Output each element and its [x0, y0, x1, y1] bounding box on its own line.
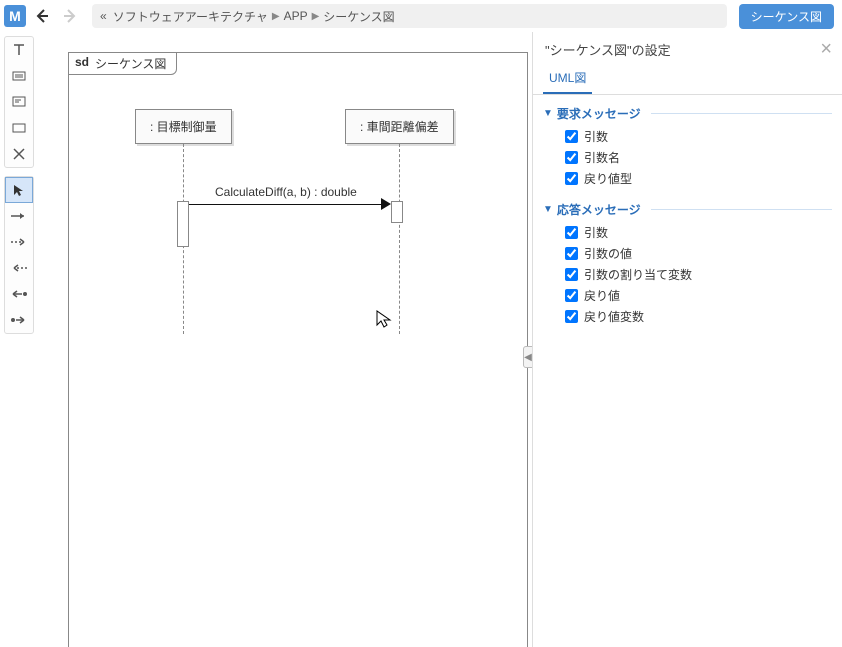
nav-forward-icon: [58, 4, 82, 28]
check-label: 引数名: [584, 149, 620, 166]
checkbox[interactable]: [565, 310, 578, 323]
chevron-right-icon: ▶: [312, 11, 320, 22]
tool-sync-message[interactable]: [5, 203, 33, 229]
activation-bar[interactable]: [391, 201, 403, 223]
lifeline-line: [399, 144, 400, 334]
panel-collapse-handle[interactable]: ◀: [523, 346, 532, 368]
tool-comment[interactable]: [5, 89, 33, 115]
lifeline-head[interactable]: : 目標制御量: [135, 109, 232, 144]
tool-frame[interactable]: [5, 115, 33, 141]
cursor-icon: [375, 309, 393, 329]
lifeline-head[interactable]: : 車間距離偏差: [345, 109, 454, 144]
frame-prefix: sd: [75, 55, 89, 72]
section-title: 応答メッセージ: [557, 201, 641, 218]
nav-back-icon[interactable]: [30, 4, 54, 28]
divider: [651, 209, 832, 210]
check-label: 戻り値変数: [584, 308, 644, 325]
check-row[interactable]: 引数の割り当て変数: [565, 264, 832, 285]
close-icon[interactable]: ×: [820, 38, 832, 61]
message-label[interactable]: CalculateDiff(a, b) : double: [215, 185, 357, 199]
check-row[interactable]: 引数: [565, 222, 832, 243]
triangle-down-icon: ▼: [543, 204, 553, 215]
frame-label: sd シーケンス図: [68, 52, 177, 75]
checkbox[interactable]: [565, 151, 578, 164]
tab-uml[interactable]: UML図: [543, 65, 592, 94]
lifeline[interactable]: : 車間距離偏差: [345, 109, 454, 144]
check-label: 引数: [584, 128, 608, 145]
breadcrumb[interactable]: « ソフトウェアアーキテクチャ ▶ APP ▶ シーケンス図: [92, 4, 727, 28]
check-row[interactable]: 引数名: [565, 147, 832, 168]
tool-note[interactable]: [5, 63, 33, 89]
divider: [651, 113, 832, 114]
check-row[interactable]: 戻り値変数: [565, 306, 832, 327]
diagram-type-button[interactable]: シーケンス図: [739, 4, 834, 29]
breadcrumb-item[interactable]: APP: [284, 9, 308, 23]
tool-lost-message[interactable]: [5, 281, 33, 307]
checkbox[interactable]: [565, 172, 578, 185]
breadcrumb-item[interactable]: ソフトウェアアーキテクチャ: [113, 8, 268, 25]
check-label: 戻り値型: [584, 170, 632, 187]
breadcrumb-item[interactable]: シーケンス図: [323, 8, 394, 25]
canvas[interactable]: sd シーケンス図 : 目標制御量 : 車間距離偏差 CalculateDiff…: [38, 32, 532, 647]
app-icon[interactable]: M: [4, 5, 26, 27]
tool-palette: [0, 32, 38, 647]
checkbox[interactable]: [565, 130, 578, 143]
activation-bar[interactable]: [177, 201, 189, 247]
check-label: 引数: [584, 224, 608, 241]
arrow-head-icon: [381, 198, 391, 210]
tool-pointer[interactable]: [5, 177, 33, 203]
checkbox[interactable]: [565, 226, 578, 239]
section-title: 要求メッセージ: [557, 105, 641, 122]
breadcrumb-prefix: «: [100, 9, 107, 23]
check-label: 引数の値: [584, 245, 632, 262]
section-response-messages[interactable]: ▼ 応答メッセージ: [543, 197, 832, 222]
check-row[interactable]: 戻り値: [565, 285, 832, 306]
tool-found-message[interactable]: [5, 307, 33, 333]
check-row[interactable]: 引数: [565, 126, 832, 147]
check-label: 引数の割り当て変数: [584, 266, 692, 283]
chevron-right-icon: ▶: [272, 11, 280, 22]
tool-destroy[interactable]: [5, 141, 33, 167]
tool-async-message[interactable]: [5, 229, 33, 255]
checkbox[interactable]: [565, 268, 578, 281]
section-request-messages[interactable]: ▼ 要求メッセージ: [543, 101, 832, 126]
check-row[interactable]: 戻り値型: [565, 168, 832, 189]
checkbox[interactable]: [565, 289, 578, 302]
frame-name: シーケンス図: [95, 55, 166, 72]
triangle-down-icon: ▼: [543, 108, 553, 119]
tool-return-message[interactable]: [5, 255, 33, 281]
panel-title: "シーケンス図"の設定: [545, 40, 671, 59]
lifeline[interactable]: : 目標制御量: [135, 109, 232, 144]
message-arrow[interactable]: [189, 204, 389, 205]
checkbox[interactable]: [565, 247, 578, 260]
settings-panel: "シーケンス図"の設定 × UML図 ▼ 要求メッセージ 引数 引数名 戻り値型…: [532, 32, 842, 647]
tool-text-top[interactable]: [5, 37, 33, 63]
sequence-frame[interactable]: sd シーケンス図 : 目標制御量 : 車間距離偏差 CalculateDiff…: [68, 52, 528, 647]
check-label: 戻り値: [584, 287, 620, 304]
check-row[interactable]: 引数の値: [565, 243, 832, 264]
